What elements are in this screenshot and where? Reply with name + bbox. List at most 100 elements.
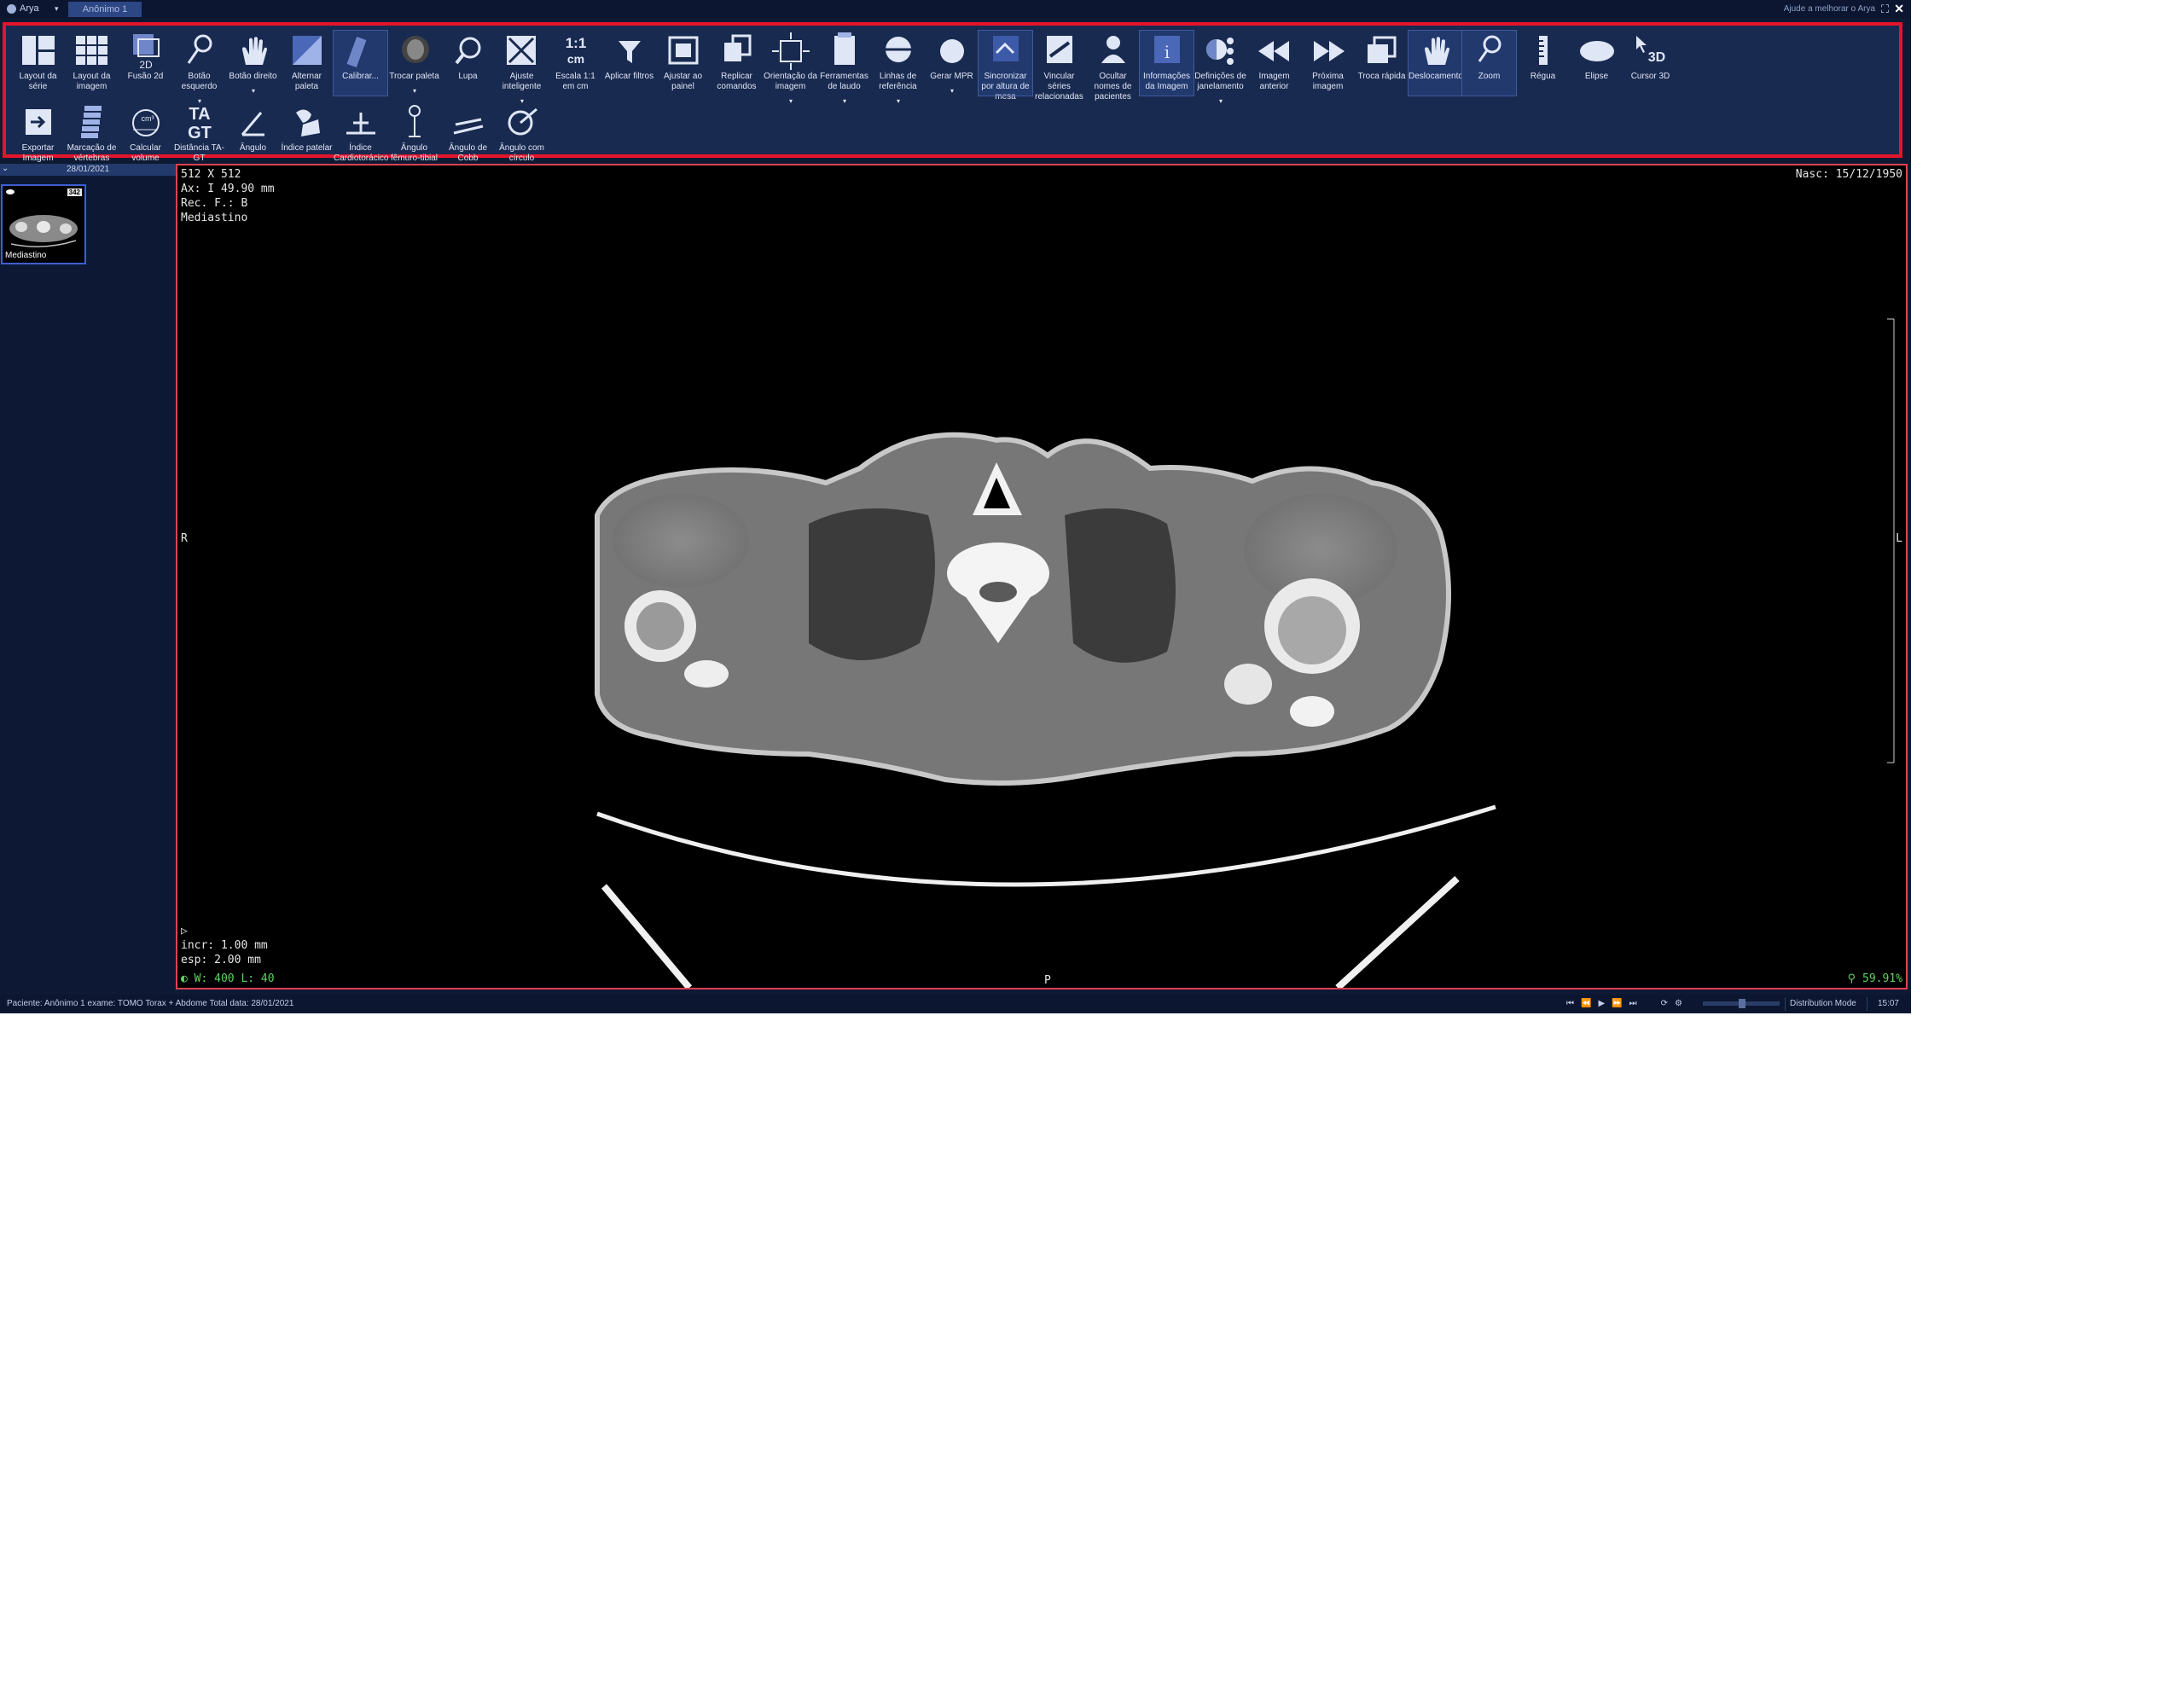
- first-frame-icon[interactable]: ⏮: [1566, 995, 1574, 1013]
- tool-label: Exportar Imagem: [21, 143, 55, 163]
- tool-sincronizar-button[interactable]: Sincronizar por altura de mesa: [978, 30, 1033, 102]
- tool-label: Calibrar...: [342, 72, 379, 81]
- tool-ajustar-ao-painel-button[interactable]: Ajustar ao painel: [656, 31, 710, 96]
- tool-cursor-3d-button[interactable]: 3D Cursor 3D: [1623, 31, 1677, 96]
- app-menu-chevron-icon[interactable]: ▾: [55, 4, 59, 14]
- tool-aplicar-filtros-button[interactable]: Aplicar filtros: [602, 31, 656, 96]
- play-triangle-icon[interactable]: ▷: [181, 924, 268, 938]
- study-date-header[interactable]: 28/01/2021: [0, 164, 176, 176]
- image-info-top-left: 512 X 512 Ax: I 49.90 mm Rec. F.: B Medi…: [181, 167, 275, 225]
- tool-label: Próxima imagem: [1312, 72, 1344, 91]
- tool-botao-direito-button[interactable]: Botão direito ▾: [226, 31, 280, 96]
- tool-ocultar-nomes-button[interactable]: Ocultar nomes de pacientes: [1086, 31, 1140, 102]
- orientation-marker-right: L: [1896, 532, 1902, 545]
- help-improve-link[interactable]: Ajude a melhorar o Arya: [1784, 4, 1875, 14]
- next-frame-icon[interactable]: ⏩: [1612, 995, 1622, 1013]
- tool-replicar-comandos-button[interactable]: Replicar comandos: [710, 31, 764, 96]
- tool-label: Ajustar ao painel: [663, 72, 703, 91]
- visibility-eye-icon[interactable]: [6, 189, 15, 194]
- tool-angulo-cobb-button[interactable]: Ângulo de Cobb: [441, 102, 495, 167]
- play-icon[interactable]: ▶: [1598, 995, 1605, 1013]
- tool-orientacao-da-imagem-button[interactable]: Orientação da imagem ▾: [764, 31, 817, 105]
- sync-icon: [992, 36, 1019, 61]
- link-series-icon: [1046, 36, 1072, 63]
- last-frame-icon[interactable]: ⏭: [1629, 995, 1637, 1013]
- tool-alternar-paleta-button[interactable]: Alternar paleta: [280, 31, 334, 96]
- matrix-size: 512 X 512: [181, 168, 241, 181]
- tool-angulo-com-circulo-button[interactable]: Ângulo com círculo: [495, 102, 549, 167]
- tool-ferramentas-de-laudo-button[interactable]: Ferramentas de laudo ▾: [817, 31, 871, 105]
- tool-label: Sincronizar por altura de mesa: [981, 72, 1030, 102]
- magnifier-icon: [187, 34, 212, 64]
- dropdown-arrow-icon[interactable]: ▾: [789, 97, 793, 105]
- tool-angulo-button[interactable]: Ângulo: [226, 102, 280, 167]
- tool-botao-esquerdo-button[interactable]: Botão esquerdo ▾: [172, 31, 226, 105]
- tool-fusao-2d-button[interactable]: 2D Fusão 2d: [119, 31, 172, 96]
- tool-marcacao-vertebras-button[interactable]: Marcação de vértebras: [65, 102, 119, 167]
- slider-knob[interactable]: [1739, 999, 1745, 1008]
- dropdown-arrow-icon[interactable]: ▾: [1219, 97, 1223, 105]
- tool-layout-da-serie-button[interactable]: Layout da série: [11, 31, 65, 96]
- slice-info-bottom-left: ▷ incr: 1.00 mm esp: 2.00 mm: [181, 924, 268, 967]
- tool-linhas-de-referencia-button[interactable]: Linhas de referência ▾: [871, 31, 925, 105]
- collapse-chevron-icon[interactable]: ⌄: [2, 164, 9, 173]
- tool-label: Alternar paleta: [291, 72, 322, 91]
- tool-informacoes-imagem-button[interactable]: i Informações da Imagem: [1139, 30, 1194, 96]
- svg-text:cm: cm: [566, 52, 584, 66]
- tool-label: Cursor 3D: [1630, 72, 1670, 81]
- orientation-marker-bottom: P: [1044, 974, 1051, 987]
- tool-escala-1-1-button[interactable]: 1:1 cm Escala 1:1 em cm: [549, 31, 602, 96]
- dropdown-arrow-icon[interactable]: ▾: [843, 97, 846, 105]
- tool-lupa-button[interactable]: Lupa: [441, 31, 495, 96]
- zoom-value: 59.91%: [1862, 972, 1902, 985]
- dropdown-arrow-icon[interactable]: ▾: [897, 97, 900, 105]
- loupe-icon: [454, 37, 480, 65]
- tool-zoom-button[interactable]: Zoom: [1461, 30, 1517, 96]
- series-thumbnail[interactable]: 342 Mediastino: [1, 184, 86, 264]
- close-icon[interactable]: ✕: [1894, 2, 1904, 16]
- tool-layout-da-imagem-button[interactable]: Layout da imagem: [65, 31, 119, 96]
- tool-label: Calcular volume: [130, 143, 161, 163]
- tool-label: Layout da série: [19, 72, 57, 91]
- tool-imagem-anterior-button[interactable]: Imagem anterior: [1247, 31, 1301, 96]
- dropdown-arrow-icon[interactable]: ▾: [413, 87, 416, 95]
- tab-patient[interactable]: Anônimo 1: [68, 2, 142, 17]
- tool-label: Botão direito: [229, 72, 277, 81]
- tool-label: Ângulo com círculo: [499, 143, 544, 163]
- fullscreen-icon[interactable]: ⛶: [1881, 3, 1889, 16]
- tool-exportar-imagem-button[interactable]: Exportar Imagem: [11, 102, 65, 167]
- app-logo[interactable]: Arya: [7, 3, 39, 14]
- refresh-icon[interactable]: ⟳: [1661, 995, 1668, 1013]
- tool-calibrar-button[interactable]: Calibrar...: [333, 30, 388, 96]
- tool-vincular-series-button[interactable]: Vincular séries relacionadas: [1032, 31, 1086, 102]
- tool-indice-cardiotoracico-button[interactable]: Índice Cardiotorácico: [334, 102, 388, 167]
- tool-indice-patelar-button[interactable]: Índice patelar: [280, 102, 334, 167]
- dropdown-arrow-icon[interactable]: ▾: [950, 87, 954, 95]
- toolbar-row-2: Exportar Imagem Marcação de vértebras cm³ C…: [11, 102, 549, 167]
- tool-regua-button[interactable]: Régua: [1516, 31, 1570, 96]
- cardiothoracic-icon: [346, 113, 375, 135]
- dropdown-arrow-icon[interactable]: ▾: [252, 87, 255, 95]
- tool-calcular-volume-button[interactable]: cm³ Calcular volume: [119, 102, 172, 167]
- sync-status-icon[interactable]: ⚙: [1675, 995, 1682, 1013]
- tool-distancia-ta-gt-button[interactable]: TA GT Distância TA-GT: [172, 102, 226, 167]
- tool-troca-rapida-button[interactable]: Troca rápida: [1355, 31, 1409, 96]
- head-scan-icon: [401, 36, 429, 63]
- tool-definicoes-janelamento-button[interactable]: Definições de janelamento ▾: [1194, 31, 1247, 105]
- patient-info: Paciente: Anônimo 1 exame: TOMO Torax + …: [7, 999, 294, 1008]
- tool-gerar-mpr-button[interactable]: Gerar MPR ▾: [925, 31, 979, 96]
- previous-frame-icon[interactable]: ⏪: [1581, 995, 1591, 1013]
- report-icon: [834, 32, 855, 65]
- tool-trocar-paleta-button[interactable]: Trocar paleta ▾: [387, 31, 441, 96]
- tool-proxima-imagem-button[interactable]: Próxima imagem: [1301, 31, 1355, 96]
- tool-ajuste-inteligente-button[interactable]: Ajuste inteligente ▾: [495, 31, 549, 105]
- tool-elipse-button[interactable]: Elipse: [1570, 31, 1623, 96]
- frame-rate-slider[interactable]: [1703, 999, 1780, 1008]
- ellipse-icon: [1579, 41, 1614, 61]
- series-panel: 28/01/2021 ⌄ 342 Mediastino: [0, 164, 177, 991]
- image-viewport[interactable]: 512 X 512 Ax: I 49.90 mm Rec. F.: B Medi…: [176, 164, 1908, 989]
- tool-label: Vincular séries relacionadas: [1035, 72, 1083, 102]
- tool-label: Marcação de vértebras: [67, 143, 117, 163]
- tool-angulo-femuro-tibial-button[interactable]: Ângulo fêmuro-tibial: [387, 102, 441, 167]
- tool-deslocamento-button[interactable]: Deslocamento: [1408, 30, 1463, 96]
